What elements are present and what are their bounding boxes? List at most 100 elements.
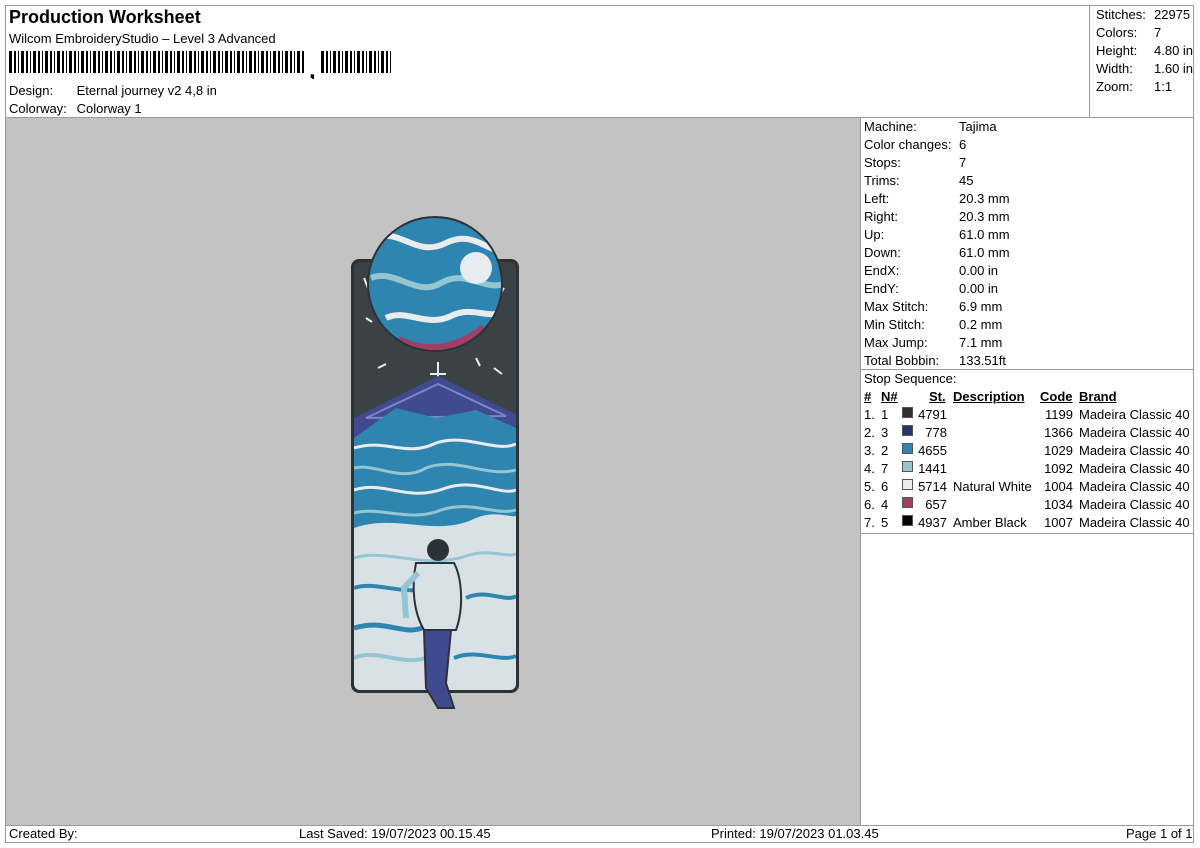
footer-divider (5, 825, 1194, 826)
colorway-value: Colorway 1 (76, 101, 142, 116)
machine-info-value: 61.0 mm (959, 245, 1010, 260)
stop-number: 1. (864, 407, 875, 422)
stop-number: 5. (864, 479, 875, 494)
barcode: , (9, 51, 391, 79)
thread-description: Natural White (953, 479, 1032, 494)
machine-info-label: Machine: (864, 119, 917, 134)
machine-info-row: Left: 20.3 mm (864, 191, 1010, 206)
machine-info-label: Trims: (864, 173, 900, 188)
thread-color-swatch (902, 443, 913, 454)
machine-info-value: Tajima (959, 119, 997, 134)
colors-label: Colors: (1096, 25, 1138, 40)
machine-info-value: 7 (959, 155, 967, 170)
col-brand: Brand (1079, 389, 1117, 404)
machine-info-value: 61.0 mm (959, 227, 1010, 242)
thread-brand: Madeira Classic 40 (1079, 515, 1190, 530)
machine-info-value: 7.1 mm (959, 335, 1003, 350)
stop-number: 2. (864, 425, 875, 440)
colors-value: 7 (1154, 25, 1162, 40)
stitch-count: 4655 (918, 443, 947, 458)
machine-info-row: Max Stitch: 6.9 mm (864, 299, 1002, 314)
machine-info-row: Min Stitch: 0.2 mm (864, 317, 1002, 332)
info-divider (861, 369, 1194, 370)
thread-code: 1007 (1044, 515, 1073, 530)
machine-info-value: 133.51ft (959, 353, 1006, 368)
embroidery-design (351, 216, 519, 709)
col-num: # (864, 389, 872, 404)
footer-last-saved: Last Saved: 19/07/2023 00.15.45 (299, 826, 491, 841)
thread-code: 1092 (1044, 461, 1073, 476)
design-preview (6, 118, 860, 825)
height-label: Height: (1096, 43, 1138, 58)
machine-info-value: 45 (959, 173, 974, 188)
machine-info-label: Up: (864, 227, 885, 242)
col-stitches: St. (929, 389, 946, 404)
machine-info-row: Total Bobbin: 133.51ft (864, 353, 1006, 368)
machine-info-row: Down: 61.0 mm (864, 245, 1010, 260)
stop-sequence-row: 5. 6 5714 Natural White 1004 Madeira Classic … (861, 479, 1194, 497)
stop-sequence-row: 7. 5 4937 Amber Black 1007 Madeira Classic 40 (861, 515, 1194, 533)
thread-brand: Madeira Classic 40 (1079, 461, 1190, 476)
machine-info-row: Trims: 45 (864, 173, 973, 188)
stop-sequence-row: 2. 3 778 1366 Madeira Classic 40 (861, 425, 1194, 443)
thread-code: 1199 (1045, 407, 1073, 422)
stop-sequence-row: 6. 4 657 1034 Madeira Classic 40 (861, 497, 1194, 515)
footer-page: Page 1 of 1 (1126, 826, 1193, 841)
machine-info-label: Stops: (864, 155, 901, 170)
machine-info-row: Color changes: 6 (864, 137, 966, 152)
thread-code: 1004 (1044, 479, 1073, 494)
machine-info-label: EndY: (864, 281, 899, 296)
machine-info-label: Down: (864, 245, 901, 260)
machine-info-value: 20.3 mm (959, 191, 1010, 206)
software-name: Wilcom EmbroideryStudio – Level 3 Advanc… (9, 31, 276, 46)
thread-brand: Madeira Classic 40 (1079, 443, 1190, 458)
needle-number: 4 (881, 497, 889, 512)
machine-info-row: Right: 20.3 mm (864, 209, 1010, 224)
stitch-count: 5714 (918, 479, 947, 494)
machine-info-row: Up: 61.0 mm (864, 227, 1010, 242)
stitch-count: 778 (925, 425, 947, 440)
needle-number: 3 (881, 425, 889, 440)
thread-color-swatch (902, 461, 913, 472)
thread-color-swatch (902, 479, 913, 490)
zoom-row: Zoom: 1:1 (1096, 79, 1172, 94)
worksheet-title: Production Worksheet (9, 7, 201, 27)
stop-number: 3. (864, 443, 875, 458)
thread-brand: Madeira Classic 40 (1079, 497, 1190, 512)
machine-info-row: Max Jump: 7.1 mm (864, 335, 1002, 350)
thread-code: 1366 (1044, 425, 1073, 440)
needle-number: 5 (881, 515, 889, 530)
thread-code: 1029 (1044, 443, 1073, 458)
sequence-divider (861, 533, 1194, 534)
machine-info-label: Max Jump: (864, 335, 928, 350)
stitch-count: 4937 (918, 515, 947, 530)
needle-number: 6 (881, 479, 889, 494)
machine-info-value: 0.2 mm (959, 317, 1003, 332)
height-value: 4.80 in (1154, 43, 1194, 58)
thread-brand: Madeira Classic 40 (1079, 479, 1190, 494)
col-description: Description (953, 389, 1025, 404)
thread-brand: Madeira Classic 40 (1079, 425, 1190, 440)
machine-info-value: 20.3 mm (959, 209, 1010, 224)
stitches-label: Stitches: (1096, 7, 1146, 22)
thread-brand: Madeira Classic 40 (1079, 407, 1190, 422)
thread-color-swatch (902, 407, 913, 418)
stop-sequence-row: 3. 2 4655 1029 Madeira Classic 40 (861, 443, 1194, 461)
width-label: Width: (1096, 61, 1133, 76)
machine-info-label: Color changes: (864, 137, 952, 152)
footer-printed: Printed: 19/07/2023 01.03.45 (711, 826, 879, 841)
stitches-row: Stitches: 22975 (1096, 7, 1190, 22)
summary-box: Stitches: 22975 Colors: 7 Height: 4.80 in W… (1089, 5, 1195, 117)
machine-info-row: Machine: Tajima (864, 119, 997, 134)
machine-info-row: EndY: 0.00 in (864, 281, 998, 296)
stitch-count: 657 (925, 497, 947, 512)
stop-sequence-title: Stop Sequence: (864, 371, 957, 386)
machine-info-label: Min Stitch: (864, 317, 925, 332)
col-n: N# (881, 389, 898, 404)
needle-number: 7 (881, 461, 889, 476)
zoom-label: Zoom: (1096, 79, 1133, 94)
design-value: Eternal journey v2 4,8 in (76, 83, 217, 98)
machine-info-row: Stops: 7 (864, 155, 966, 170)
machine-info-value: 6.9 mm (959, 299, 1003, 314)
stop-number: 4. (864, 461, 875, 476)
